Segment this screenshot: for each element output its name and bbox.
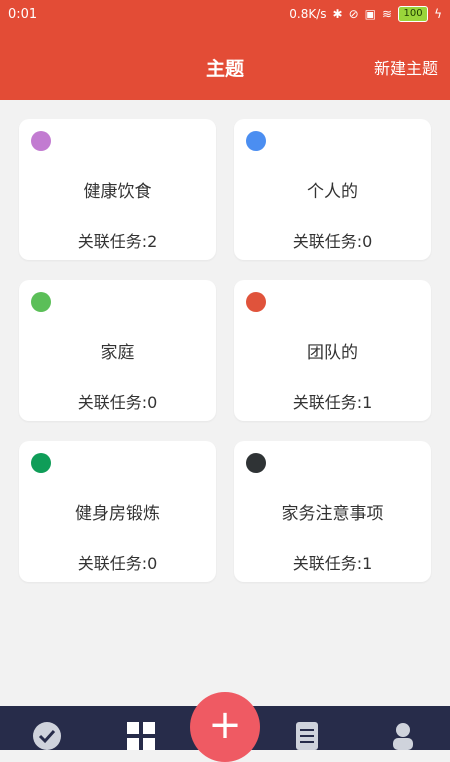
person-icon[interactable] [386, 720, 420, 750]
topic-task-count: 关联任务:1 [292, 554, 373, 573]
topic-card[interactable]: 团队的 关联任务:1 [234, 280, 431, 421]
wifi-icon: ≋ [382, 7, 393, 21]
topic-card[interactable]: 健身房锻炼 关联任务:0 [19, 441, 216, 582]
topic-name: 健康饮食 [83, 182, 152, 202]
topic-card[interactable]: 家庭 关联任务:0 [19, 280, 216, 421]
mute-icon: ⊘ [348, 7, 359, 21]
no-sim-icon: ▣ [364, 7, 377, 21]
grid-icon[interactable] [124, 720, 158, 750]
topic-card[interactable]: 家务注意事项 关联任务:1 [234, 441, 431, 582]
topic-card[interactable]: 健康饮食 关联任务:2 [19, 119, 216, 260]
status-indicators: 0.8K/s ✱ ⊘ ▣ ≋ 100 ϟ [289, 6, 442, 22]
topic-name: 家务注意事项 [281, 504, 384, 524]
charging-icon: ϟ [434, 7, 442, 21]
new-topic-button[interactable]: 新建主题 [374, 55, 438, 79]
topic-color-dot [31, 131, 51, 151]
topic-name: 家庭 [100, 343, 135, 363]
topic-color-dot [31, 292, 51, 312]
topic-name: 健身房锻炼 [75, 504, 160, 524]
checklist-icon[interactable] [290, 720, 324, 750]
topic-color-dot [246, 292, 266, 312]
battery-indicator: 100 [398, 6, 429, 22]
check-circle-icon[interactable] [30, 720, 64, 750]
topic-color-dot [246, 453, 266, 473]
network-speed: 0.8K/s [289, 7, 327, 21]
topic-task-count: 关联任务:0 [77, 554, 158, 573]
status-bar: 0:01 0.8K/s ✱ ⊘ ▣ ≋ 100 ϟ [0, 0, 450, 32]
topic-color-dot [31, 453, 51, 473]
topic-card[interactable]: 个人的 关联任务:0 [234, 119, 431, 260]
status-time: 0:01 [8, 7, 38, 22]
topic-task-count: 关联任务:2 [77, 232, 158, 251]
topic-task-count: 关联任务:1 [292, 393, 373, 412]
topic-name: 团队的 [307, 343, 358, 363]
topic-task-count: 关联任务:0 [292, 232, 373, 251]
topic-task-count: 关联任务:0 [77, 393, 158, 412]
topic-name: 个人的 [307, 182, 358, 202]
add-button[interactable]: + [190, 692, 260, 762]
topic-color-dot [246, 131, 266, 151]
app-bar: 0:01 0.8K/s ✱ ⊘ ▣ ≋ 100 ϟ 主题 新建主题 [0, 0, 450, 100]
bluetooth-icon: ✱ [332, 7, 343, 21]
